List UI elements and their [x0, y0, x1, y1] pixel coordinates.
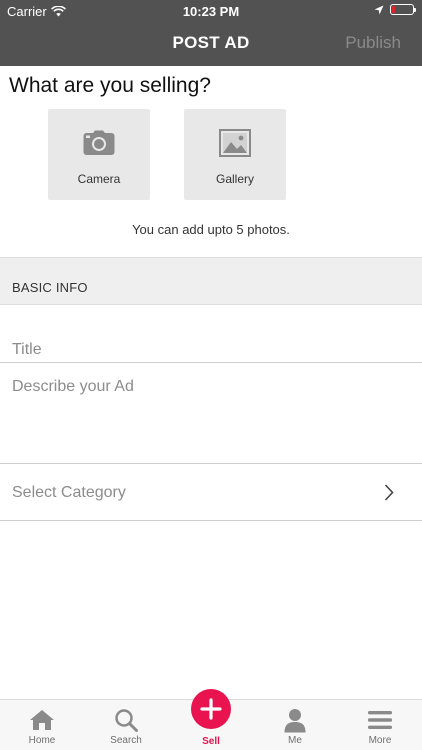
tab-bar: Home Search Sell Me More	[0, 689, 422, 750]
tab-search-label: Search	[110, 735, 142, 746]
camera-label: Camera	[77, 172, 121, 186]
tab-search[interactable]: Search	[84, 700, 168, 750]
basic-info-section-header: BASIC INFO	[0, 257, 422, 305]
tab-me[interactable]: Me	[253, 700, 337, 750]
photo-limit-hint: You can add upto 5 photos.	[132, 222, 290, 237]
basic-info-label: BASIC INFO	[12, 280, 88, 295]
status-bar: Carrier 10:23 PM	[0, 0, 422, 22]
gallery-button[interactable]: Gallery	[184, 109, 286, 200]
tab-more[interactable]: More	[338, 700, 422, 750]
category-placeholder: Select Category	[12, 484, 126, 501]
publish-button[interactable]: Publish	[345, 33, 401, 53]
menu-icon	[368, 711, 392, 729]
gallery-label: Gallery	[215, 172, 254, 186]
category-select[interactable]: Select Category	[0, 464, 422, 521]
battery-fill	[392, 6, 395, 13]
camera-button[interactable]: Camera	[48, 109, 150, 200]
description-field[interactable]: Describe your Ad	[0, 363, 422, 464]
description-placeholder: Describe your Ad	[12, 378, 134, 395]
tab-home[interactable]: Home	[0, 700, 84, 750]
camera-icon	[83, 130, 115, 155]
tab-home-label: Home	[28, 735, 56, 746]
status-right	[374, 4, 416, 15]
home-icon	[30, 710, 54, 730]
chevron-right-icon	[384, 484, 394, 501]
app-header: Carrier 10:23 PM POST AD Publish	[0, 0, 422, 66]
selling-question: What are you selling?	[9, 74, 211, 97]
tab-sell-label: Sell	[202, 736, 220, 747]
tab-more-label: More	[368, 735, 392, 746]
status-time: 10:23 PM	[182, 4, 240, 19]
search-icon	[115, 709, 138, 732]
battery-icon	[390, 4, 416, 15]
location-arrow-icon	[374, 5, 384, 14]
tab-me-label: Me	[288, 735, 302, 746]
person-icon	[284, 708, 306, 732]
title-placeholder: Title	[12, 341, 42, 358]
sell-button[interactable]	[191, 689, 231, 729]
title-field[interactable]: Title	[0, 335, 422, 363]
image-icon	[219, 129, 251, 157]
tab-sell[interactable]: Sell	[169, 689, 253, 750]
plus-icon	[200, 698, 222, 720]
